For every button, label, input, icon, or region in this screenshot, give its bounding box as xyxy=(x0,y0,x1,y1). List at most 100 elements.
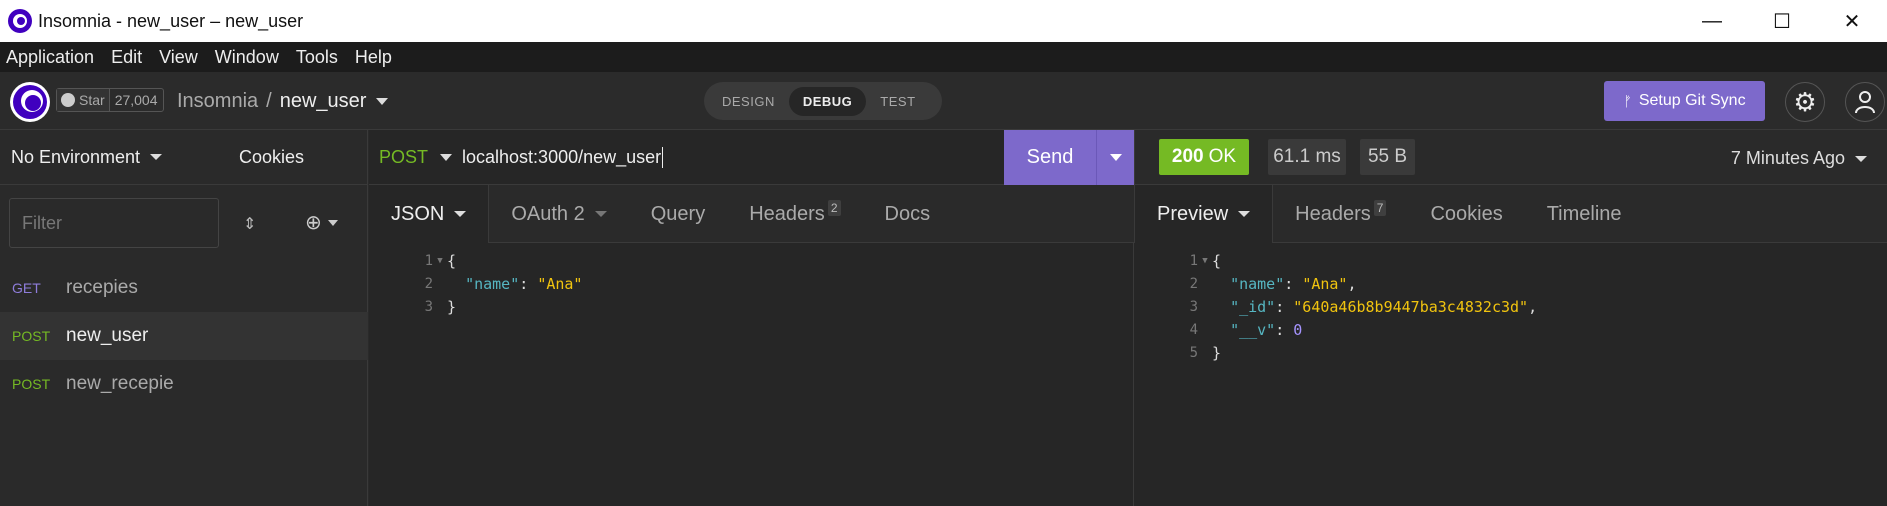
chevron-down-icon[interactable] xyxy=(440,153,453,161)
environment-selector[interactable]: No Environment xyxy=(11,146,163,168)
filter-input[interactable]: Filter xyxy=(9,198,219,248)
menu-view[interactable]: View xyxy=(159,47,198,68)
fold-icon[interactable]: ▼ xyxy=(433,256,447,266)
send-label: Send xyxy=(1026,146,1074,168)
line-number: 1 xyxy=(1189,252,1198,269)
request-tabs: JSON OAuth 2 Query Headers 2 Docs xyxy=(369,185,1134,243)
response-status-bar: 200 OK 61.1 ms 55 B 7 Minutes Ago xyxy=(1134,130,1887,185)
request-body-editor[interactable]: 1 ▼ { 2 "name": "Ana" 3 } xyxy=(369,243,1134,506)
request-item-new-user[interactable]: POST new_user xyxy=(0,312,368,360)
json-value: "Ana" xyxy=(1302,274,1348,293)
status-badge: 200 OK xyxy=(1159,139,1249,175)
tab-label: JSON xyxy=(391,202,445,225)
menu-edit[interactable]: Edit xyxy=(111,47,142,68)
send-options-button[interactable] xyxy=(1096,130,1134,185)
tab-headers[interactable]: Headers 2 xyxy=(727,185,862,243)
menu-window[interactable]: Window xyxy=(215,47,279,68)
tab-label: Headers xyxy=(749,202,825,225)
count-badge: 2 xyxy=(827,200,841,216)
json-value: "640a46b8b9447ba3c4832c3d" xyxy=(1293,297,1529,316)
star-count: 27,004 xyxy=(108,89,163,111)
code-line: 5 } xyxy=(1134,341,1221,364)
json-value: "Ana" xyxy=(537,274,583,293)
code-line: 1 ▼ { xyxy=(369,249,456,272)
send-button[interactable]: Send xyxy=(1004,130,1134,185)
menu-application[interactable]: Application xyxy=(6,47,94,68)
response-ago: 7 Minutes Ago xyxy=(1730,148,1845,168)
tab-timeline[interactable]: Timeline xyxy=(1525,185,1644,243)
star-label: Star xyxy=(79,92,105,108)
request-item-new-recepie[interactable]: POST new_recepie xyxy=(0,360,368,408)
window-title: Insomnia - new_user – new_user xyxy=(38,10,304,31)
minimize-button[interactable]: — xyxy=(1677,0,1747,42)
tab-docs[interactable]: Docs xyxy=(863,185,953,243)
tab-json[interactable]: JSON xyxy=(369,185,490,243)
status-text: OK xyxy=(1208,146,1237,167)
tab-response-headers[interactable]: Headers 7 xyxy=(1273,185,1408,243)
menu-tools[interactable]: Tools xyxy=(296,47,338,68)
response-body-viewer[interactable]: 1 ▼ { 2 "name": "Ana", 3 "_id": "640a46b… xyxy=(1134,243,1887,506)
close-button[interactable]: ✕ xyxy=(1817,0,1887,42)
git-branch-icon: ᚠ xyxy=(1623,93,1632,109)
breadcrumb: Insomnia / new_user xyxy=(177,90,389,113)
title-bar: Insomnia - new_user – new_user — ☐ ✕ xyxy=(0,0,1887,42)
code-text: } xyxy=(1212,343,1222,362)
request-name: new_user xyxy=(66,325,149,346)
chevron-down-icon xyxy=(1855,155,1867,162)
request-name: new_recepie xyxy=(66,373,174,394)
url-input[interactable]: localhost:3000/new_user xyxy=(462,146,664,168)
request-item-recepies[interactable]: GET recepies xyxy=(0,264,368,312)
environment-label: No Environment xyxy=(11,146,141,167)
tab-response-cookies[interactable]: Cookies xyxy=(1408,185,1524,243)
breadcrumb-request[interactable]: new_user xyxy=(280,90,367,113)
request-method: POST xyxy=(12,376,51,392)
chevron-down-icon xyxy=(327,219,338,226)
insomnia-logo-icon[interactable] xyxy=(10,82,50,122)
settings-button[interactable]: ⚙ xyxy=(1785,82,1825,122)
json-key: "_id" xyxy=(1230,297,1276,316)
response-history-button[interactable]: 7 Minutes Ago xyxy=(1731,148,1867,169)
menu-bar: Application Edit View Window Tools Help xyxy=(0,42,1887,72)
line-number: 2 xyxy=(424,275,433,292)
setup-git-sync-button[interactable]: ᚠ Setup Git Sync xyxy=(1604,81,1765,121)
chevron-down-icon xyxy=(454,211,467,217)
chevron-down-icon xyxy=(1238,211,1251,217)
insomnia-logo-icon xyxy=(8,9,32,33)
mode-design[interactable]: DESIGN xyxy=(708,87,789,116)
add-request-button[interactable]: ⊕ xyxy=(305,210,338,235)
maximize-button[interactable]: ☐ xyxy=(1747,0,1817,42)
mode-test[interactable]: TEST xyxy=(866,87,929,116)
code-line: 3 "_id": "640a46b8b9447ba3c4832c3d", xyxy=(1134,295,1538,318)
json-key: "name" xyxy=(1230,274,1285,293)
json-key: "__v" xyxy=(1230,320,1276,339)
tab-query[interactable]: Query xyxy=(629,185,727,243)
github-star-button[interactable]: Star 27,004 xyxy=(56,88,164,112)
gear-icon: ⚙ xyxy=(1793,86,1817,117)
tab-label: Query xyxy=(650,202,706,225)
sidebar: No Environment Cookies Filter ⇕ ⊕ GET re… xyxy=(0,130,368,506)
tab-label: OAuth 2 xyxy=(511,202,585,225)
line-number: 3 xyxy=(424,298,433,315)
request-method: GET xyxy=(12,280,41,296)
code-line: 2 "name": "Ana" xyxy=(369,272,583,295)
tab-oauth2[interactable]: OAuth 2 xyxy=(489,185,628,243)
account-button[interactable] xyxy=(1845,82,1885,122)
response-size: 55 B xyxy=(1360,139,1415,175)
cookies-button[interactable]: Cookies xyxy=(239,147,304,168)
sort-icon[interactable]: ⇕ xyxy=(243,214,256,234)
mode-debug[interactable]: DEBUG xyxy=(788,86,867,116)
response-tabs: Preview Headers 7 Cookies Timeline xyxy=(1134,185,1887,243)
code-line: 1 ▼ { xyxy=(1134,249,1221,272)
method-selector[interactable]: POST xyxy=(379,147,428,168)
tab-preview[interactable]: Preview xyxy=(1135,185,1274,243)
line-number: 4 xyxy=(1189,321,1198,338)
chevron-down-icon[interactable] xyxy=(376,98,389,105)
app-header: Star 27,004 Insomnia / new_user DESIGN D… xyxy=(0,72,1887,130)
json-value: 0 xyxy=(1293,320,1303,339)
breadcrumb-project[interactable]: Insomnia xyxy=(177,90,258,113)
menu-help[interactable]: Help xyxy=(355,47,392,68)
code-text: { xyxy=(1212,251,1222,270)
tab-label: Headers xyxy=(1295,202,1371,225)
breadcrumb-separator: / xyxy=(266,90,272,112)
fold-icon[interactable]: ▼ xyxy=(1198,256,1212,266)
